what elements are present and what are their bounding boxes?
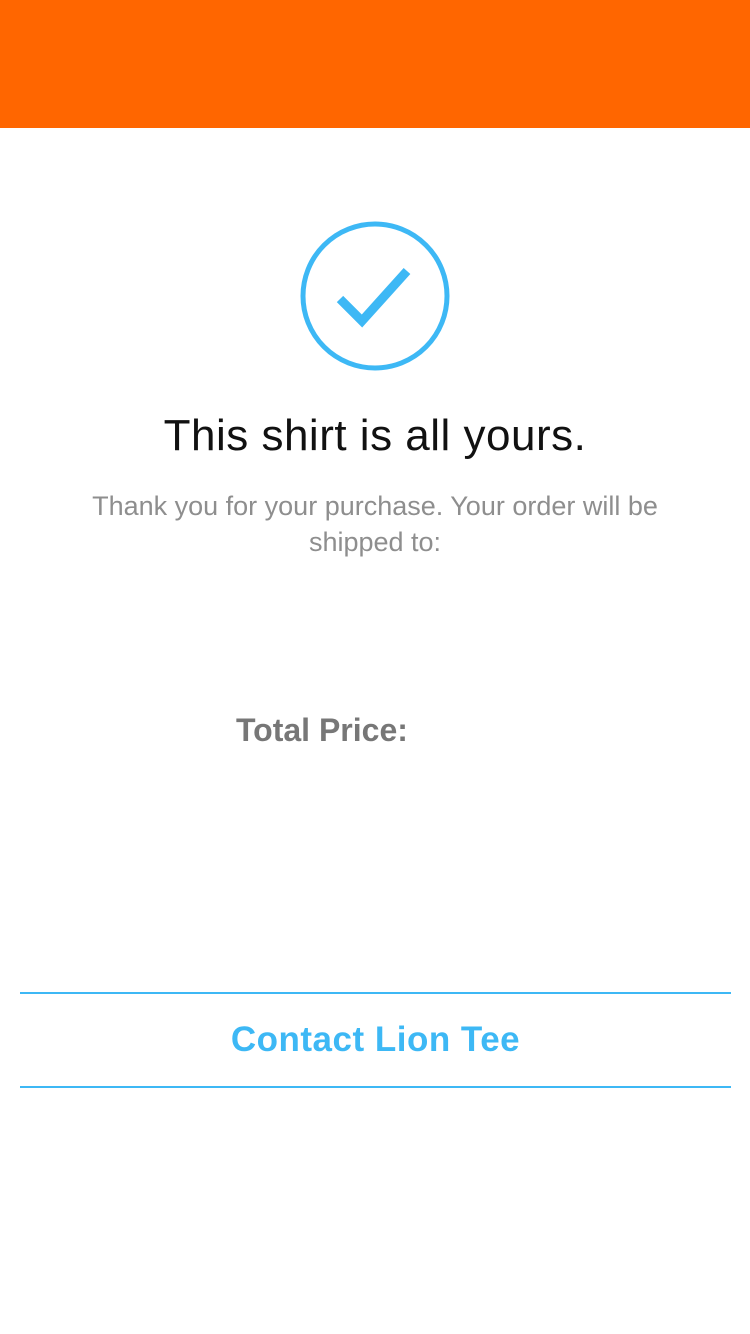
checkmark-circle-ring [300, 221, 450, 371]
confirmation-message: Thank you for your purchase. Your order … [92, 491, 658, 557]
total-price-label: Total Price: [236, 712, 408, 748]
checkmark-tick [336, 267, 411, 328]
contact-button-label: Contact Lion Tee [230, 1020, 521, 1059]
checkmark-circle-icon [300, 221, 450, 371]
header-bar [0, 0, 750, 128]
contact-button[interactable]: Contact Lion Tee [20, 992, 731, 1088]
confirmation-headline: This shirt is all yours. [163, 411, 587, 460]
